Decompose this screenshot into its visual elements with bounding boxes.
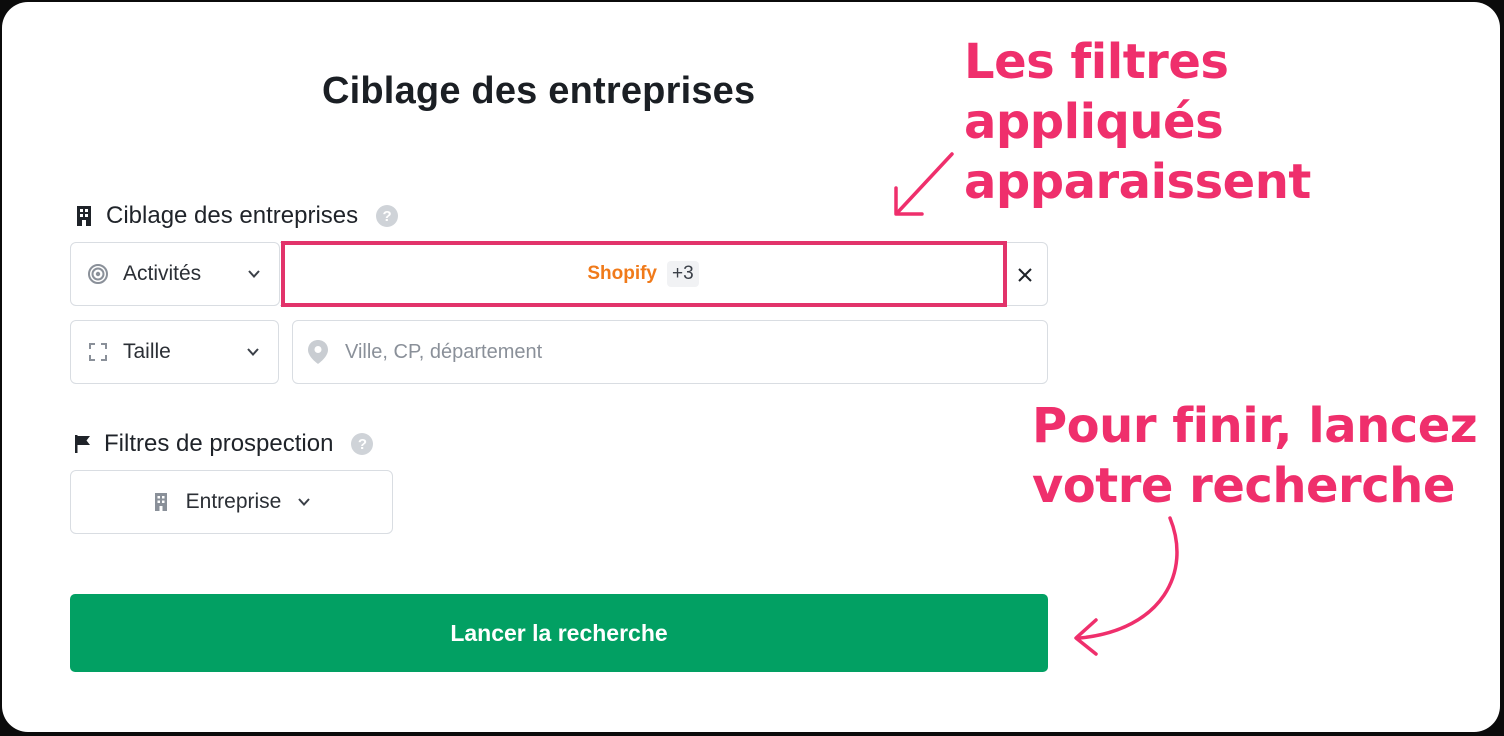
flag-icon [75,435,90,453]
question-circle-icon[interactable]: ? [376,205,399,227]
main-card: Ciblage des entreprises Ciblage des entr… [2,2,1500,732]
annotation-line: Les filtres appliqués [964,34,1229,150]
activity-select-label: Activités [123,262,202,285]
annotation-arrow-icon [894,152,954,216]
prospecting-heading: Filtres de prospection ? [74,430,374,458]
applied-filter-highlight [281,241,1007,307]
building-icon [154,493,167,511]
location-input[interactable]: Ville, CP, département [292,320,1048,384]
annotation-line: apparaissent [964,154,1311,210]
chevron-down-icon [298,498,311,506]
activity-select[interactable]: Activités [70,242,280,306]
chevron-down-icon [248,270,260,278]
chevron-down-icon [247,348,259,356]
expand-icon [89,343,107,361]
page-title: Ciblage des entreprises [322,70,756,112]
annotation-launch-search: Pour finir, lancez votre recherche [1032,396,1478,516]
targeting-heading-label: Ciblage des entreprises [106,202,359,229]
targeting-heading: Ciblage des entreprises ? [74,202,399,230]
annotation-applied-filters: Les filtres appliqués apparaissent [964,32,1500,212]
building-icon [77,206,91,226]
location-placeholder: Ville, CP, département [345,340,543,363]
annotation-line: votre recherche [1032,458,1455,514]
size-select-label: Taille [123,340,171,363]
launch-search-button[interactable]: Lancer la recherche [70,594,1048,672]
prospect-type-select[interactable]: Entreprise [70,470,393,534]
close-icon[interactable] [1017,267,1033,283]
annotation-curved-arrow-icon [1074,516,1179,656]
annotation-line: Pour finir, lancez [1032,398,1478,454]
prospecting-heading-label: Filtres de prospection [104,430,334,457]
target-icon [88,264,108,284]
question-circle-icon[interactable]: ? [351,433,374,455]
size-select[interactable]: Taille [70,320,279,384]
prospect-type-label: Entreprise [185,490,282,513]
map-pin-icon [308,340,328,364]
